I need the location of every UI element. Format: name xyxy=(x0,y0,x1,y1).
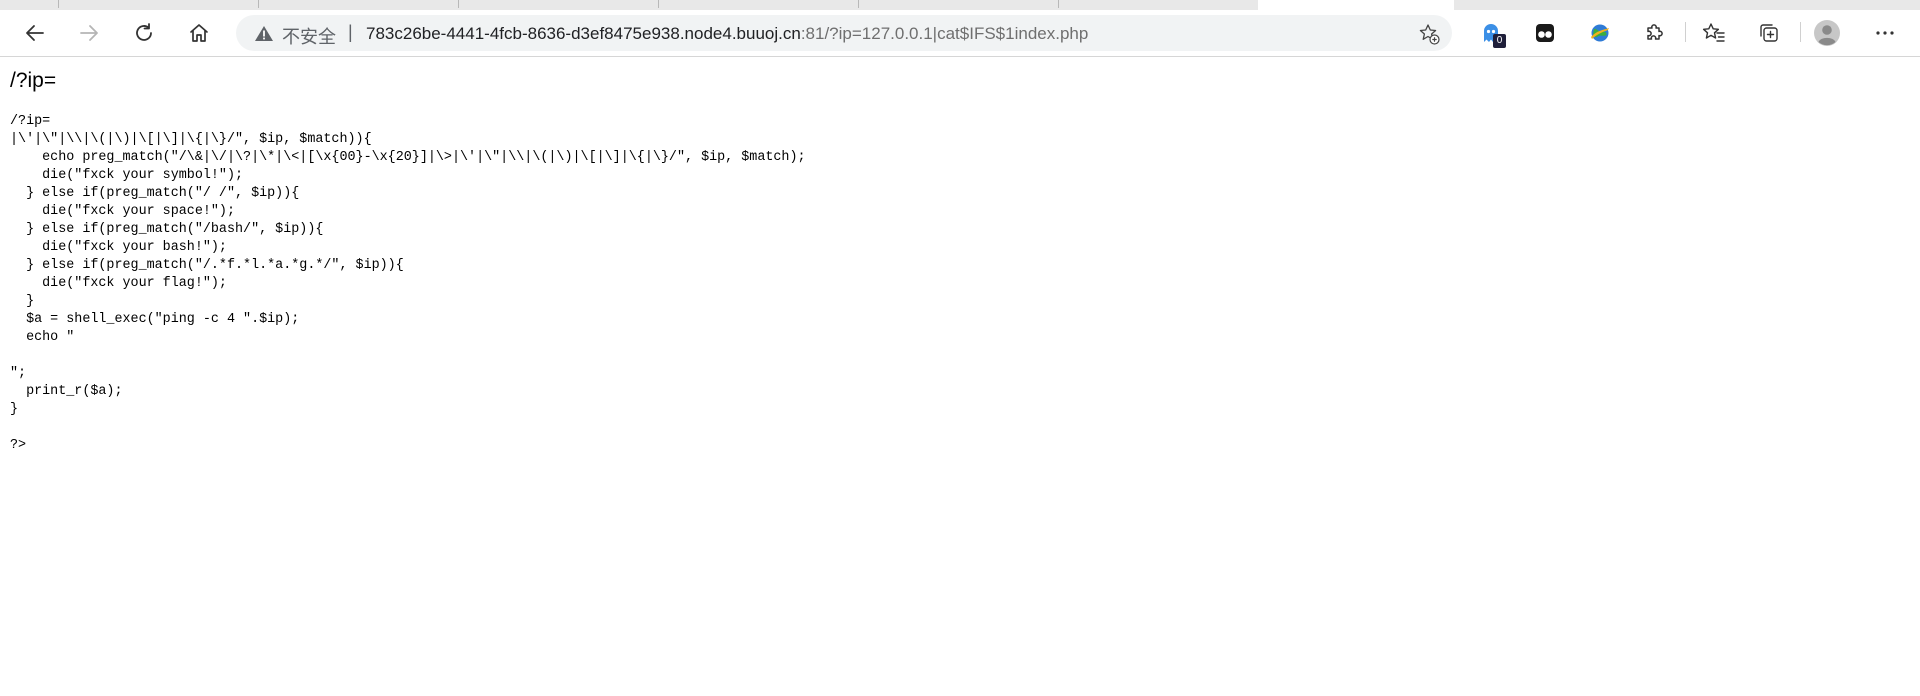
code-line: $a = shell_exec("ping -c 4 ".$ip); xyxy=(10,312,300,327)
url-text[interactable]: 783c26be-4441-4fcb-8636-d3ef8475e938.nod… xyxy=(366,24,1088,44)
page-title: /?ip= xyxy=(10,69,57,92)
home-button[interactable] xyxy=(182,16,216,50)
add-favorite-icon[interactable] xyxy=(1418,23,1440,50)
back-arrow-icon xyxy=(26,25,44,41)
code-line: echo " xyxy=(10,330,75,345)
tampermonkey-icon xyxy=(1536,24,1554,42)
tab-separator xyxy=(1058,0,1059,8)
address-separator: | xyxy=(348,22,353,42)
code-line: ?> xyxy=(10,438,27,453)
collections-button[interactable] xyxy=(1752,16,1786,50)
globe-extension-button[interactable] xyxy=(1583,16,1617,50)
code-line: die("fxck your flag!"); xyxy=(10,276,227,291)
profile-icon xyxy=(1814,20,1840,46)
url-host: 783c26be-4441-4fcb-8636-d3ef8475e938.nod… xyxy=(366,24,801,43)
active-tab[interactable] xyxy=(1258,0,1454,10)
code-line: } else if(preg_match("/.*f.*l.*a.*g.*/",… xyxy=(10,258,404,273)
refresh-icon xyxy=(136,23,152,41)
collections-icon xyxy=(1760,24,1778,42)
code-line: } xyxy=(10,294,35,309)
ghost-badge-count: 0 xyxy=(1493,34,1506,48)
warning-icon[interactable] xyxy=(254,25,274,47)
extensions-button[interactable] xyxy=(1637,16,1671,50)
code-line: /?ip= xyxy=(10,114,51,129)
code-line: die("fxck your symbol!"); xyxy=(10,168,244,183)
security-label[interactable]: 不安全 xyxy=(282,23,336,49)
puzzle-icon xyxy=(1647,24,1663,40)
more-button[interactable] xyxy=(1868,16,1902,50)
tab-separator xyxy=(258,0,259,8)
url-path: :81/?ip=127.0.0.1|cat$IFS$1index.php xyxy=(800,24,1089,43)
page-content: /?ip= /?ip= |\'|\"|\\|\(|\)|\[|\]|\{|\}/… xyxy=(10,68,1910,455)
browser-toolbar: 不安全 | 783c26be-4441-4fcb-8636-d3ef8475e9… xyxy=(0,10,1920,57)
globe-extension-icon xyxy=(1591,24,1609,42)
code-line: die("fxck your bash!"); xyxy=(10,240,227,255)
code-line: } xyxy=(10,402,19,417)
toolbar-divider xyxy=(1800,22,1801,42)
code-line: print_r($a); xyxy=(10,384,123,399)
tampermonkey-button[interactable] xyxy=(1528,16,1562,50)
forward-button[interactable] xyxy=(72,16,106,50)
more-icon xyxy=(1876,31,1894,35)
back-button[interactable] xyxy=(18,16,52,50)
toolbar-divider xyxy=(1685,22,1686,42)
php-source-code: /?ip= |\'|\"|\\|\(|\)|\[|\]|\{|\}/", $ip… xyxy=(10,113,1910,455)
code-line: |\'|\"|\\|\(|\)|\[|\]|\{|\}/", $ip, $mat… xyxy=(10,132,372,147)
forward-arrow-icon xyxy=(80,25,98,41)
tab-strip xyxy=(0,0,1920,10)
tab-separator xyxy=(58,0,59,8)
home-icon xyxy=(190,24,208,42)
code-line: } else if(preg_match("/bash/", $ip)){ xyxy=(10,222,324,237)
tab-separator xyxy=(858,0,859,8)
code-line: die("fxck your space!"); xyxy=(10,204,235,219)
favorites-button[interactable] xyxy=(1697,16,1731,50)
ghost-extension-button[interactable]: 0 xyxy=(1474,16,1508,50)
tab-separator xyxy=(658,0,659,8)
code-line: "; xyxy=(10,366,27,381)
profile-button[interactable] xyxy=(1810,16,1844,50)
refresh-button[interactable] xyxy=(127,16,161,50)
address-bar[interactable]: 不安全 | 783c26be-4441-4fcb-8636-d3ef8475e9… xyxy=(236,15,1452,51)
code-line: } else if(preg_match("/ /", $ip)){ xyxy=(10,186,300,201)
code-line: echo preg_match("/\&|\/|\?|\*|\<|[\x{00}… xyxy=(10,150,806,165)
tab-separator xyxy=(458,0,459,8)
favorites-icon xyxy=(1702,23,1725,42)
